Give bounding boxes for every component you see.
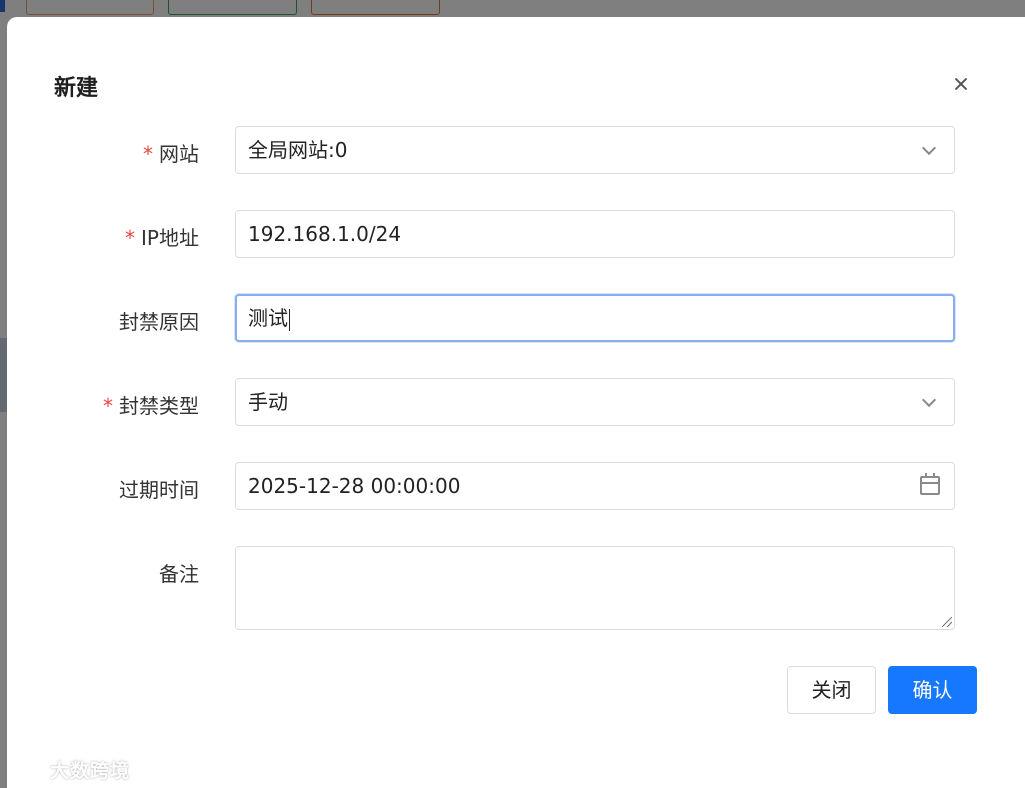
- watermark-logo-icon: [9, 757, 44, 781]
- form-row-expire: 过期时间 2025-12-28 00:00:00: [7, 462, 1025, 510]
- close-button[interactable]: 关闭: [787, 666, 876, 714]
- expire-label: 过期时间: [119, 478, 199, 502]
- note-label: 备注: [159, 562, 199, 586]
- confirm-button[interactable]: 确认: [888, 666, 977, 714]
- chevron-down-icon: [921, 392, 937, 408]
- site-select-value: 全局网站:0: [248, 138, 348, 162]
- site-label: * 网站: [143, 142, 199, 166]
- site-select[interactable]: 全局网站:0: [235, 126, 955, 174]
- resize-handle-icon[interactable]: [942, 617, 952, 627]
- ban-type-label: * 封禁类型: [103, 394, 199, 418]
- dialog-title: 新建: [54, 76, 99, 101]
- reason-input[interactable]: 测试: [235, 294, 955, 342]
- form-row-ban-type: * 封禁类型 手动: [7, 378, 1025, 426]
- watermark-text: 大数跨境: [50, 759, 131, 782]
- watermark: 大数跨境: [9, 755, 131, 783]
- reason-input-value: 测试: [248, 306, 288, 330]
- form-row-note: 备注: [7, 546, 1025, 630]
- ip-label: * IP地址: [125, 226, 199, 250]
- required-star: *: [125, 226, 136, 250]
- form-row-site: * 网站 全局网站:0: [7, 126, 1025, 174]
- required-star: *: [143, 142, 153, 166]
- required-star: *: [103, 394, 113, 418]
- form-row-ip: * IP地址 192.168.1.0/24: [7, 210, 1025, 258]
- close-icon[interactable]: [950, 73, 972, 95]
- expire-value: 2025-12-28 00:00:00: [248, 474, 461, 498]
- ip-input[interactable]: 192.168.1.0/24: [235, 210, 955, 258]
- expire-datetime-picker[interactable]: 2025-12-28 00:00:00: [235, 462, 955, 510]
- chevron-down-icon: [921, 140, 937, 156]
- note-textarea[interactable]: [235, 546, 955, 630]
- reason-label: 封禁原因: [119, 310, 199, 334]
- form-row-reason: 封禁原因 测试: [7, 294, 1025, 342]
- new-dialog: 新建 * 网站 全局网站:0 * IP地址 192.168.1.0/24 封禁原因 …: [7, 17, 1025, 788]
- ip-input-value: 192.168.1.0/24: [248, 222, 402, 246]
- text-caret: [289, 308, 290, 331]
- ban-type-select-value: 手动: [248, 390, 288, 414]
- calendar-icon[interactable]: [920, 473, 940, 495]
- ban-type-select[interactable]: 手动: [235, 378, 955, 426]
